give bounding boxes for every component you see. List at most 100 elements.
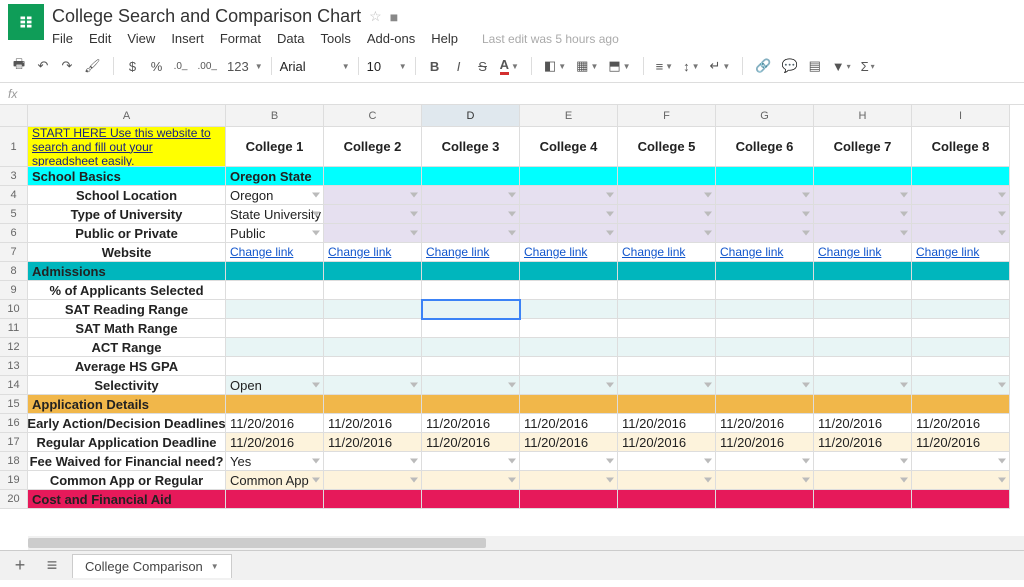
fill-color-icon[interactable]: ◧▼ <box>540 54 570 78</box>
cell[interactable] <box>618 281 716 300</box>
cell[interactable]: 11/20/2016 <box>422 433 520 452</box>
cell[interactable] <box>814 224 912 243</box>
cell[interactable]: 11/20/2016 <box>520 414 618 433</box>
cell[interactable] <box>520 395 618 414</box>
col-header-E[interactable]: E <box>520 105 618 127</box>
cell[interactable]: 11/20/2016 <box>520 433 618 452</box>
cell[interactable] <box>618 490 716 509</box>
cell[interactable] <box>226 338 324 357</box>
cell[interactable] <box>716 357 814 376</box>
cell[interactable]: 11/20/2016 <box>814 433 912 452</box>
cell[interactable] <box>520 471 618 490</box>
cell[interactable]: College 8 <box>912 127 1010 167</box>
cell[interactable] <box>226 357 324 376</box>
col-header-H[interactable]: H <box>814 105 912 127</box>
row-label[interactable]: Application Details <box>28 395 226 414</box>
cell[interactable] <box>912 376 1010 395</box>
formula-input[interactable] <box>25 84 1016 104</box>
cell[interactable] <box>716 471 814 490</box>
cell[interactable]: College 4 <box>520 127 618 167</box>
cell[interactable] <box>912 395 1010 414</box>
cell[interactable] <box>520 319 618 338</box>
row-label[interactable]: School Basics <box>28 167 226 186</box>
text-color-icon[interactable]: A▼ <box>496 54 523 78</box>
row-label[interactable]: Website <box>28 243 226 262</box>
cell[interactable] <box>324 205 422 224</box>
cell[interactable] <box>912 281 1010 300</box>
cell[interactable] <box>324 319 422 338</box>
cell[interactable] <box>520 205 618 224</box>
cell[interactable] <box>912 319 1010 338</box>
cell[interactable] <box>422 262 520 281</box>
cell[interactable]: Change link <box>324 243 422 262</box>
doc-title[interactable]: College Search and Comparison Chart <box>52 6 361 27</box>
paint-format-icon[interactable]: 🖌 <box>80 54 105 78</box>
cell[interactable] <box>324 186 422 205</box>
cell[interactable] <box>912 452 1010 471</box>
cell[interactable] <box>226 490 324 509</box>
menu-file[interactable]: File <box>52 31 73 46</box>
row-header[interactable]: 15 <box>0 395 28 414</box>
cell[interactable] <box>520 338 618 357</box>
cell[interactable]: Change link <box>520 243 618 262</box>
cell[interactable] <box>226 281 324 300</box>
row-header[interactable]: 18 <box>0 452 28 471</box>
cell[interactable]: 11/20/2016 <box>716 414 814 433</box>
cell[interactable] <box>618 319 716 338</box>
cell[interactable] <box>520 452 618 471</box>
cell[interactable]: Yes <box>226 452 324 471</box>
folder-icon[interactable]: ■ <box>390 9 398 25</box>
format-percent[interactable]: % <box>146 54 168 78</box>
cell[interactable] <box>324 357 422 376</box>
col-header-B[interactable]: B <box>226 105 324 127</box>
cell[interactable]: Change link <box>716 243 814 262</box>
cell[interactable] <box>324 490 422 509</box>
row-label[interactable]: Common App or Regular <box>28 471 226 490</box>
cell[interactable]: Oregon <box>226 186 324 205</box>
cell[interactable] <box>324 224 422 243</box>
cell[interactable] <box>324 300 422 319</box>
cell[interactable] <box>324 338 422 357</box>
cell[interactable] <box>618 300 716 319</box>
cell[interactable] <box>618 224 716 243</box>
cell[interactable] <box>520 281 618 300</box>
row-label[interactable]: Admissions <box>28 262 226 281</box>
cell[interactable] <box>226 319 324 338</box>
menu-edit[interactable]: Edit <box>89 31 111 46</box>
cell[interactable] <box>324 395 422 414</box>
cell[interactable]: 11/20/2016 <box>912 433 1010 452</box>
select-all-corner[interactable] <box>0 105 28 127</box>
cell[interactable] <box>912 338 1010 357</box>
row-label[interactable]: Regular Application Deadline <box>28 433 226 452</box>
col-header-I[interactable]: I <box>912 105 1010 127</box>
row-label[interactable]: Selectivity <box>28 376 226 395</box>
cell[interactable] <box>422 452 520 471</box>
cell[interactable] <box>912 490 1010 509</box>
cell[interactable] <box>520 376 618 395</box>
row-label[interactable]: Fee Waived for Financial need? <box>28 452 226 471</box>
cell[interactable] <box>716 186 814 205</box>
row-label[interactable]: ACT Range <box>28 338 226 357</box>
row-header[interactable]: 5 <box>0 205 28 224</box>
cell[interactable] <box>324 281 422 300</box>
cell[interactable] <box>618 338 716 357</box>
bold-icon[interactable]: B <box>424 54 446 78</box>
cell[interactable] <box>520 357 618 376</box>
cell[interactable]: Open <box>226 376 324 395</box>
row-header[interactable]: 11 <box>0 319 28 338</box>
row-label[interactable]: SAT Math Range <box>28 319 226 338</box>
cell[interactable] <box>422 167 520 186</box>
cell[interactable]: 11/20/2016 <box>422 414 520 433</box>
cell[interactable] <box>814 338 912 357</box>
row-label[interactable]: START HERE Use this website to search an… <box>28 127 226 167</box>
cell[interactable] <box>912 167 1010 186</box>
spreadsheet-grid[interactable]: ABCDEFGHI1START HERE Use this website to… <box>0 105 1024 509</box>
increase-decimal-icon[interactable]: .00_ <box>194 54 221 78</box>
cell[interactable] <box>324 262 422 281</box>
functions-icon[interactable]: Σ▾ <box>857 54 879 78</box>
cell[interactable] <box>422 319 520 338</box>
cell[interactable] <box>422 224 520 243</box>
cell[interactable]: College 3 <box>422 127 520 167</box>
cell[interactable] <box>618 167 716 186</box>
cell[interactable] <box>716 452 814 471</box>
